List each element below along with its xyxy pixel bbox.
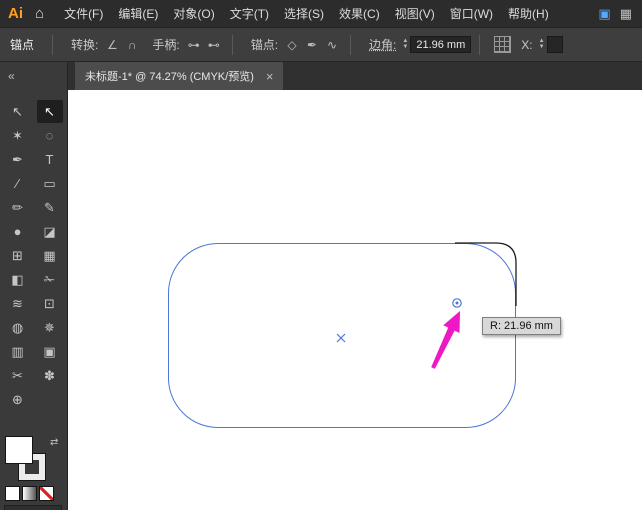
canvas-overlay xyxy=(336,242,517,369)
corner-stepper-down-icon[interactable]: ▼ xyxy=(402,44,408,51)
slice-tool[interactable]: ✂ xyxy=(5,364,31,387)
type-tool[interactable]: T xyxy=(37,148,63,171)
annotation-arrow xyxy=(431,311,460,369)
column-graph-tool[interactable]: ▥ xyxy=(5,340,31,363)
menu-item-type[interactable]: 文字(T) xyxy=(230,5,269,22)
gradient-button[interactable] xyxy=(22,486,37,501)
menubar: Ai ⌂ 文件(F) 编辑(E) 对象(O) 文字(T) 选择(S) 效果(C)… xyxy=(0,0,642,28)
home-icon[interactable]: ⌂ xyxy=(35,5,44,22)
symbol-sprayer-tool[interactable]: ✵ xyxy=(37,316,63,339)
width-tool[interactable]: ≋ xyxy=(5,292,31,315)
app-logo: Ai xyxy=(8,5,23,22)
anchor-tools-label: 锚点: xyxy=(250,38,279,52)
reference-point-icon[interactable] xyxy=(494,36,512,53)
canvas[interactable]: R: 21.96 mm xyxy=(68,90,642,510)
corner-stepper[interactable]: ▲ ▼ xyxy=(402,38,408,51)
none-button[interactable] xyxy=(39,486,54,501)
handles-label: 手柄: xyxy=(152,38,180,52)
line-segment-tool[interactable]: ∕ xyxy=(5,172,31,195)
mesh-tool[interactable]: ▦ xyxy=(37,244,63,267)
document-tab-title: 未标题-1* @ 74.27% (CMYK/预览) xyxy=(85,71,254,83)
hide-handles-icon[interactable]: ⊷ xyxy=(204,35,224,54)
draw-modes-bar[interactable] xyxy=(4,505,62,510)
lasso-tool[interactable]: ◌ xyxy=(37,124,63,147)
eyedropper-tool[interactable]: ✁ xyxy=(37,268,63,291)
color-swatches: ⇄ xyxy=(5,436,64,507)
original-corner-path xyxy=(455,242,517,306)
gradient-tool[interactable]: ◧ xyxy=(5,268,31,291)
center-point-mark xyxy=(336,333,346,343)
x-stepper[interactable]: ▲ ▼ xyxy=(539,38,545,51)
corner-radius-input[interactable]: 21.96 mm xyxy=(410,36,472,53)
menubar-right-icons: ▣ ▦ xyxy=(598,6,632,22)
free-transform-tool[interactable]: ⊡ xyxy=(37,292,63,315)
pencil-tool[interactable]: ✎ xyxy=(37,196,63,219)
perspective-grid-tool[interactable]: ⊞ xyxy=(5,244,31,267)
tools-grid: ↖ ↖ ✶ ◌ ✒ T ∕ ▭ ✏ ✎ ● ◪ ⊞ ▦ ◧ ✁ ≋ ⊡ ◍ ✵ … xyxy=(0,90,67,411)
tab-bar: 未标题-1* @ 74.27% (CMYK/预览) × xyxy=(68,62,642,90)
separator xyxy=(231,34,233,55)
convert-to-corner-icon[interactable]: ∠ xyxy=(102,35,122,54)
remove-anchor-icon[interactable]: ◇ xyxy=(282,35,302,54)
shape-builder-tool[interactable]: ◍ xyxy=(5,316,31,339)
pen-tool[interactable]: ✒ xyxy=(5,148,31,171)
rectangle-tool[interactable]: ▭ xyxy=(37,172,63,195)
separator xyxy=(479,34,481,55)
paint-mode-row xyxy=(5,486,54,501)
collapse-toolbar-icon[interactable]: « xyxy=(8,69,15,83)
menu-item-view[interactable]: 视图(V) xyxy=(395,5,435,22)
magic-wand-tool[interactable]: ✶ xyxy=(5,124,31,147)
swap-fill-stroke-icon[interactable]: ⇄ xyxy=(50,437,58,448)
illustrator-window: Ai ⌂ 文件(F) 编辑(E) 对象(O) 文字(T) 选择(S) 效果(C)… xyxy=(0,0,642,510)
artboard-tool[interactable]: ▣ xyxy=(37,340,63,363)
fill-color-swatch[interactable] xyxy=(5,436,33,464)
selection-type-label: 锚点 xyxy=(10,38,35,52)
blob-brush-tool[interactable]: ● xyxy=(5,220,31,243)
x-stepper-down-icon[interactable]: ▼ xyxy=(539,44,545,51)
menu-item-select[interactable]: 选择(S) xyxy=(284,5,324,22)
arrange-documents-icon[interactable]: ▦ xyxy=(620,6,632,22)
menu-item-help[interactable]: 帮助(H) xyxy=(508,5,549,22)
menu-item-window[interactable]: 窗口(W) xyxy=(450,5,493,22)
direct-selection-tool[interactable]: ↖ xyxy=(36,100,63,123)
zoom-tool[interactable]: ⊕ xyxy=(5,388,31,411)
eraser-tool[interactable]: ◪ xyxy=(37,220,63,243)
corner-radius-tooltip: R: 21.96 mm xyxy=(482,317,561,335)
document-tab[interactable]: 未标题-1* @ 74.27% (CMYK/预览) × xyxy=(75,62,284,90)
paintbrush-tool[interactable]: ✏ xyxy=(5,196,31,219)
show-handles-icon[interactable]: ⊶ xyxy=(184,35,204,54)
workspace-switcher-icon[interactable]: ▣ xyxy=(598,6,610,22)
separator xyxy=(52,34,54,55)
menu-item-object[interactable]: 对象(O) xyxy=(173,5,214,22)
close-tab-icon[interactable]: × xyxy=(266,69,274,84)
menu-item-edit[interactable]: 编辑(E) xyxy=(118,5,158,22)
tools-panel: ↖ ↖ ✶ ◌ ✒ T ∕ ▭ ✏ ✎ ● ◪ ⊞ ▦ ◧ ✁ ≋ ⊡ ◍ ✵ … xyxy=(0,90,68,510)
color-button[interactable] xyxy=(5,486,20,501)
convert-to-smooth-icon[interactable]: ∩ xyxy=(122,35,142,54)
x-input[interactable] xyxy=(546,36,563,53)
corner-label[interactable]: 边角: xyxy=(369,36,396,53)
separator xyxy=(350,34,352,55)
hand-tool[interactable]: ✽ xyxy=(37,364,63,387)
selection-tool[interactable]: ↖ xyxy=(5,100,31,123)
live-corner-widget[interactable] xyxy=(452,298,462,308)
x-label: X: xyxy=(521,37,533,52)
control-bar: 锚点 转换: ∠ ∩ 手柄: ⊶ ⊷ 锚点: ◇ ✒ ∿ 边角: ▲ ▼ 21.… xyxy=(0,28,642,62)
menu-item-file[interactable]: 文件(F) xyxy=(64,5,103,22)
cut-path-icon[interactable]: ∿ xyxy=(322,35,342,54)
convert-label: 转换: xyxy=(71,38,99,52)
menu-item-effect[interactable]: 效果(C) xyxy=(339,5,380,22)
connect-path-icon[interactable]: ✒ xyxy=(302,35,322,54)
toolbar-dock-header: « xyxy=(0,62,68,90)
